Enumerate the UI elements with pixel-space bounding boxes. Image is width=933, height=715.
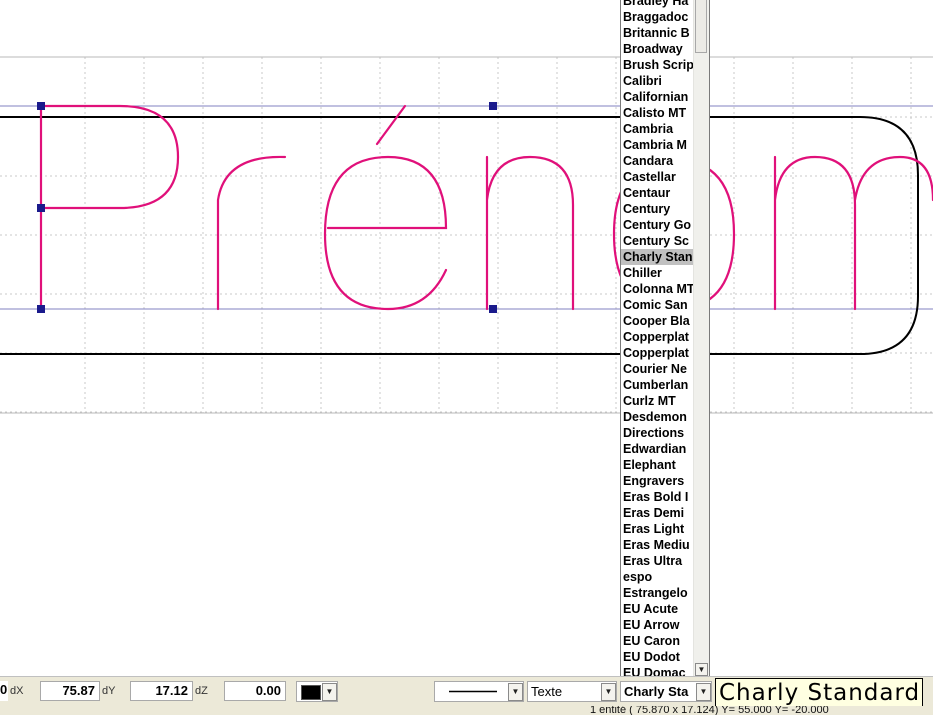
handle-top-mid[interactable] <box>489 102 497 110</box>
font-list-item[interactable]: Elephant <box>621 457 695 473</box>
font-list-item[interactable]: EU Arrow <box>621 617 695 633</box>
handle-bottom-mid[interactable] <box>489 305 497 313</box>
font-list-item[interactable]: Cambria <box>621 121 695 137</box>
font-list-item[interactable]: Century Go <box>621 217 695 233</box>
text-object-prenom[interactable] <box>39 104 933 311</box>
chevron-down-icon[interactable]: ▼ <box>322 683 337 701</box>
font-list-item[interactable]: Centaur <box>621 185 695 201</box>
font-list-item[interactable]: Comic San <box>621 297 695 313</box>
font-list-item[interactable]: Brush Scrip <box>621 57 695 73</box>
handle-bottom-left[interactable] <box>37 305 45 313</box>
glyph-r <box>216 155 287 311</box>
font-select[interactable]: Charly Sta ▼ <box>620 681 712 702</box>
grid <box>0 57 933 413</box>
handle-top-left[interactable] <box>37 102 45 110</box>
status-bar: 1 entité ( 75.870 x 17.124) Y= 55.000 Y=… <box>0 706 933 715</box>
font-list-item[interactable]: Century <box>621 201 695 217</box>
chevron-down-icon[interactable]: ▼ <box>695 663 708 676</box>
font-list-item[interactable]: Eras Ultra <box>621 553 695 569</box>
font-list-item[interactable]: Britannic B <box>621 25 695 41</box>
font-list-item[interactable]: Colonna MT <box>621 281 695 297</box>
font-list-scrollbar[interactable]: ▼ <box>693 0 709 677</box>
font-list-item[interactable]: Desdemon <box>621 409 695 425</box>
dx-unit-label: dX <box>10 685 24 697</box>
font-list-item[interactable]: EU Acute <box>621 601 695 617</box>
line-style-select[interactable]: ▼ <box>434 681 524 702</box>
glyph-accent <box>375 104 407 146</box>
font-list-item[interactable]: espo <box>621 569 695 585</box>
line-style-icon <box>449 690 497 693</box>
glyph-P <box>39 104 180 311</box>
font-list-item[interactable]: Copperplat <box>621 329 695 345</box>
glyph-e <box>323 155 448 311</box>
font-dropdown-list[interactable]: Bradley Ha Braggadoc Britannic B Broadway Br… <box>620 0 710 678</box>
chevron-down-icon[interactable]: ▼ <box>696 683 711 701</box>
drawing-svg[interactable] <box>0 0 933 676</box>
dy-unit-label: dY <box>102 685 116 697</box>
font-list-item[interactable]: Eras Demi <box>621 505 695 521</box>
font-list-item[interactable]: Eras Light <box>621 521 695 537</box>
font-list-item[interactable]: Calisto MT <box>621 105 695 121</box>
font-list-item[interactable]: Bradley Ha <box>621 0 695 9</box>
font-list-item[interactable]: Chiller <box>621 265 695 281</box>
glyph-m <box>773 155 933 311</box>
font-list-item[interactable]: Estrangelo <box>621 585 695 601</box>
font-list-item[interactable]: EU Dodot <box>621 649 695 665</box>
font-list-item[interactable]: Directions <box>621 425 695 441</box>
font-list-item[interactable]: Edwardian <box>621 441 695 457</box>
font-preview-tooltip: Charly Standard <box>715 678 923 708</box>
font-list-scroll-thumb[interactable] <box>695 0 707 53</box>
font-list-item[interactable]: Castellar <box>621 169 695 185</box>
font-list-item[interactable]: Courier Ne <box>621 361 695 377</box>
text-type-select[interactable]: Texte ▼ <box>527 681 617 702</box>
chevron-down-icon[interactable]: ▼ <box>601 683 616 701</box>
font-list-items[interactable]: Bradley Ha Braggadoc Britannic B Broadway Br… <box>621 0 695 677</box>
value-field[interactable]: 0.00 <box>224 681 286 701</box>
font-list-item[interactable]: Eras Bold I <box>621 489 695 505</box>
font-list-item[interactable]: Cooper Bla <box>621 313 695 329</box>
drawing-canvas[interactable] <box>0 0 933 676</box>
font-list-item[interactable]: Broadway <box>621 41 695 57</box>
text-type-value: Texte <box>531 684 563 699</box>
dx-field[interactable]: 0 <box>0 681 8 701</box>
color-swatch <box>301 685 321 700</box>
status-text: 1 entité ( 75.870 x 17.124) Y= 55.000 Y=… <box>590 706 829 715</box>
dz-field[interactable]: 17.12 <box>130 681 193 701</box>
dz-unit-label: dZ <box>195 685 208 697</box>
font-list-item[interactable]: EU Caron <box>621 633 695 649</box>
font-list-item[interactable]: Cumberlan <box>621 377 695 393</box>
color-picker[interactable]: ▼ <box>296 681 338 702</box>
dy-field[interactable]: 75.87 <box>40 681 100 701</box>
font-list-item[interactable]: Eras Mediu <box>621 537 695 553</box>
glyph-n <box>485 155 575 311</box>
font-list-item[interactable]: Engravers <box>621 473 695 489</box>
font-list-item[interactable]: Cambria M <box>621 137 695 153</box>
font-list-item[interactable]: Californian <box>621 89 695 105</box>
font-list-item[interactable]: Braggadoc <box>621 9 695 25</box>
font-list-item[interactable]: Copperplat <box>621 345 695 361</box>
font-list-item[interactable]: Century Sc <box>621 233 695 249</box>
font-list-item[interactable]: Candara <box>621 153 695 169</box>
font-list-item[interactable]: Calibri <box>621 73 695 89</box>
font-list-item[interactable]: Curlz MT <box>621 393 695 409</box>
font-list-item[interactable]: Charly Stan <box>621 249 695 265</box>
handle-mid-left[interactable] <box>37 204 45 212</box>
chevron-down-icon[interactable]: ▼ <box>508 683 523 701</box>
font-select-value: Charly Sta <box>624 684 689 699</box>
